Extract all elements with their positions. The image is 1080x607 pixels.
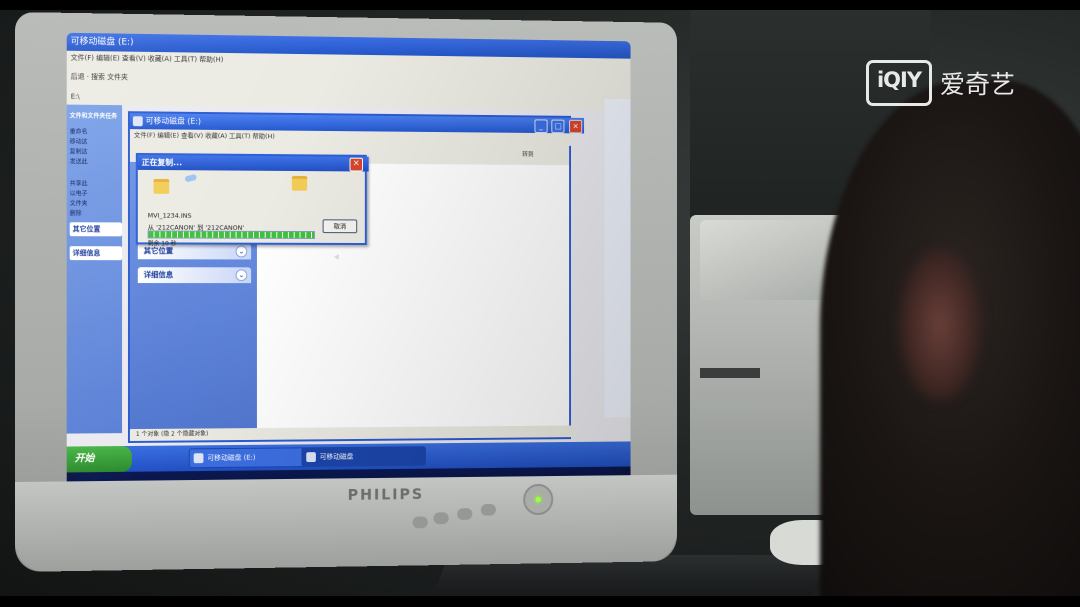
minimize-button[interactable]: _ xyxy=(534,119,548,134)
task-item[interactable]: 发送此 xyxy=(70,156,88,165)
chevron-down-icon[interactable]: ⌄ xyxy=(235,269,248,282)
go-button[interactable]: 转到 xyxy=(522,149,550,161)
source-folder-icon xyxy=(153,178,170,194)
monitor-control-button[interactable] xyxy=(433,512,449,525)
status-bar: 1 个对象 (隐 2 个隐藏对象) xyxy=(129,425,575,441)
details-label: 详细信息 xyxy=(143,270,174,280)
task-item[interactable]: 移动这 xyxy=(70,136,88,145)
other-places-header[interactable]: 其它位置 xyxy=(69,222,123,237)
task-item[interactable]: 文件夹 xyxy=(70,198,88,207)
taskbar: 开始 可移动磁盘 (E:) 可移动磁盘 xyxy=(66,441,631,473)
task-item[interactable]: 以电子 xyxy=(70,188,88,197)
window-controls: _ □ × xyxy=(533,118,583,134)
monitor-screen: 可移动磁盘 (E:) 文件(F) 编辑(E) 查看(V) 收藏(A) 工具(T)… xyxy=(66,32,631,490)
maximize-button[interactable]: □ xyxy=(551,119,565,134)
monitor-control-button[interactable] xyxy=(457,508,473,520)
letterbox-bottom xyxy=(0,596,1080,607)
copy-progress-dialog: 正在复制... × MVI_1234.INS 从 '212CANON' 到 '2… xyxy=(135,152,369,248)
drive-icon xyxy=(132,116,143,127)
power-led-icon xyxy=(535,496,542,503)
copy-file-name: MVI_1234.INS xyxy=(147,211,192,220)
taskbar-item[interactable]: 可移动磁盘 (E:) xyxy=(188,447,315,469)
monitor-control-button[interactable] xyxy=(412,516,428,529)
time-remaining: 剩余 10 秒 xyxy=(147,240,177,248)
content-pane xyxy=(604,98,631,418)
folder-icon xyxy=(193,453,204,464)
details-header[interactable]: 详细信息 ⌄ xyxy=(137,267,252,284)
details-header[interactable]: 详细信息 xyxy=(69,246,123,261)
destination-folder-icon xyxy=(291,175,308,191)
iqiyi-watermark: iQIY 爱奇艺 xyxy=(866,58,1015,108)
monitor-brand-logo: PHILIPS xyxy=(347,485,425,504)
person-ear xyxy=(900,250,980,400)
task-item[interactable]: 删除 xyxy=(70,208,82,217)
crt-monitor: 可移动磁盘 (E:) 文件(F) 编辑(E) 查看(V) 收藏(A) 工具(T)… xyxy=(15,12,677,572)
flying-document-icon xyxy=(184,173,198,183)
task-pane: 文件和文件夹任务 重命名 移动这 复制这 发送此 共享此 以电子 文件夹 删除 … xyxy=(66,104,123,434)
taskbar-item-label: 可移动磁盘 (E:) xyxy=(207,453,256,463)
iqiyi-brand-text: 爱奇艺 xyxy=(940,70,1016,99)
cancel-button[interactable]: 取消 xyxy=(322,219,358,234)
dialog-title: 正在复制... xyxy=(137,154,369,172)
copy-progress-fill xyxy=(148,231,314,238)
task-item[interactable]: 重命名 xyxy=(70,127,88,136)
task-item[interactable]: 共享此 xyxy=(70,178,88,187)
drive-icon xyxy=(306,452,316,463)
monitor-control-button[interactable] xyxy=(480,503,496,516)
printer-slot xyxy=(700,368,760,378)
dialog-close-button[interactable]: × xyxy=(349,157,363,172)
other-places-label: 其它位置 xyxy=(143,246,174,256)
window-title-text: 可移动磁盘 (E:) xyxy=(145,116,202,126)
taskbar-item-active[interactable]: 可移动磁盘 xyxy=(301,446,426,468)
close-button[interactable]: × xyxy=(569,119,583,134)
task-pane-header: 文件和文件夹任务 xyxy=(69,112,118,121)
task-item[interactable]: 复制这 xyxy=(70,146,88,155)
start-button[interactable]: 开始 xyxy=(66,445,132,473)
iqiyi-logo-icon: iQIY xyxy=(866,60,932,106)
taskbar-item-label: 可移动磁盘 xyxy=(319,452,354,461)
photo-scene: 可移动磁盘 (E:) 文件(F) 编辑(E) 查看(V) 收藏(A) 工具(T)… xyxy=(0,0,1080,607)
chevron-down-icon[interactable]: ⌄ xyxy=(235,245,248,258)
letterbox-top xyxy=(0,0,1080,10)
monitor-bezel-bottom xyxy=(15,474,677,572)
